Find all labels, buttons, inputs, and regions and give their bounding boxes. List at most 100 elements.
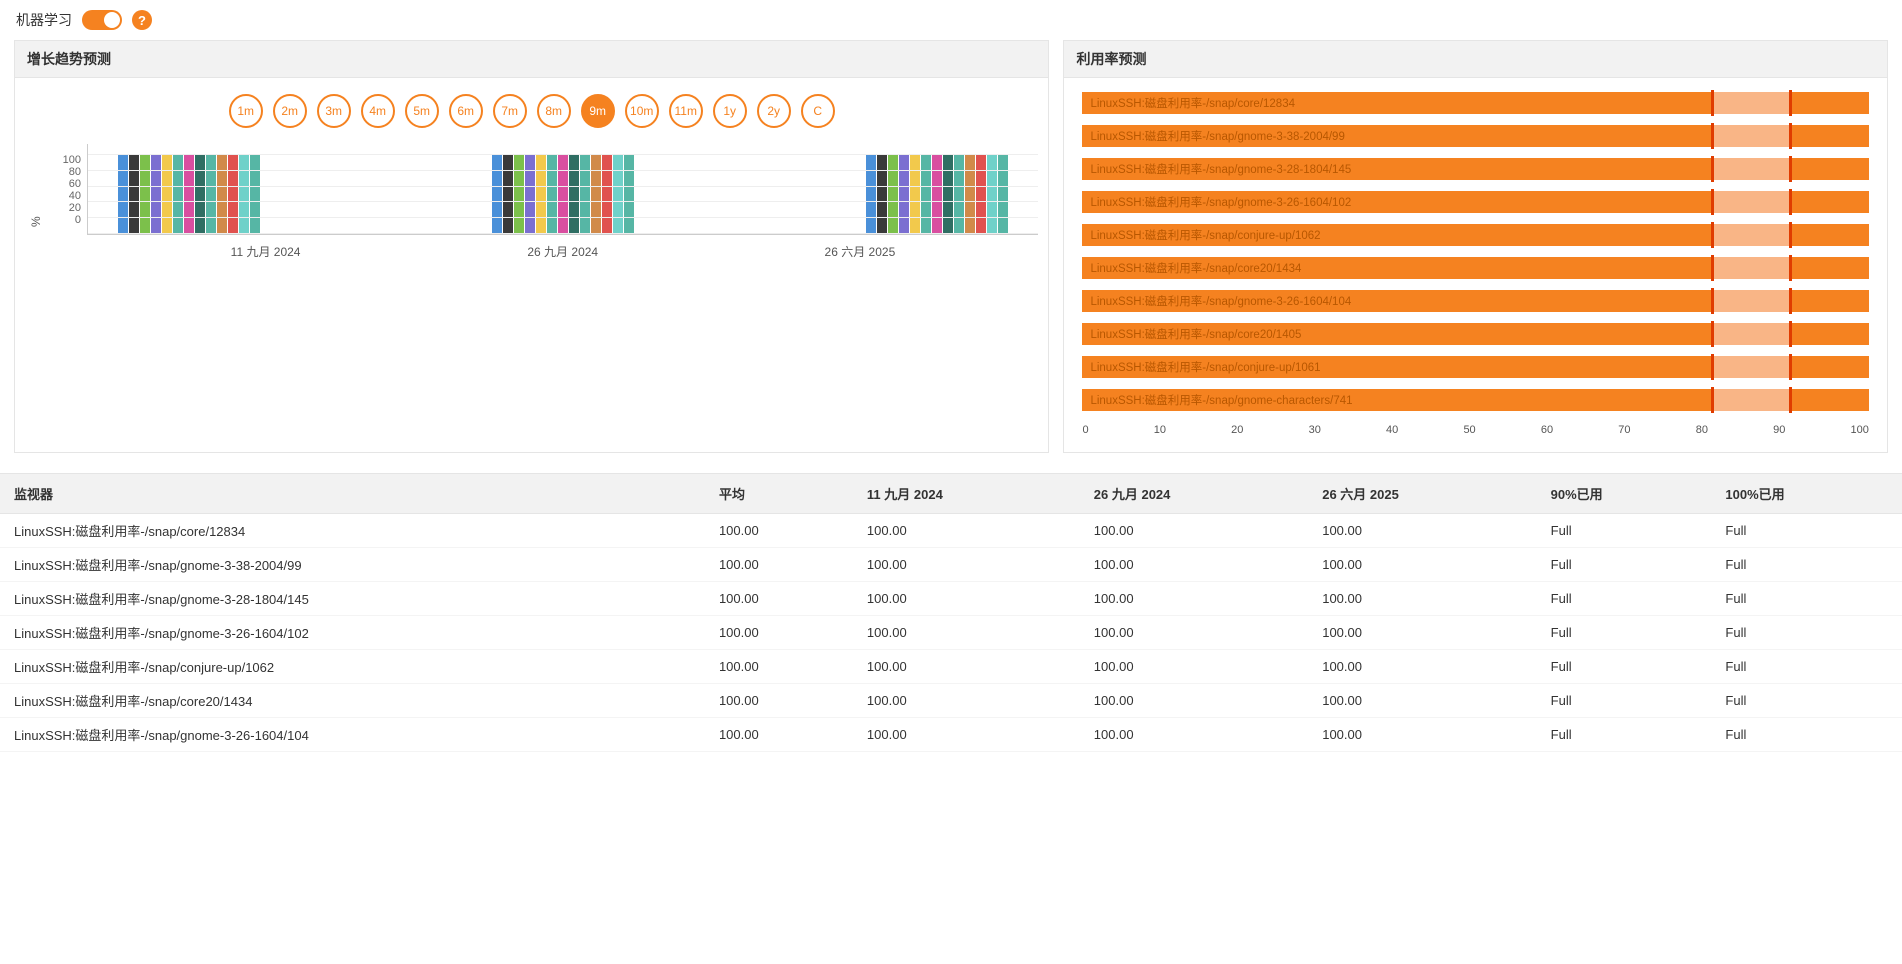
util-row[interactable]: LinuxSSH:磁盘利用率-/snap/gnome-3-26-1604/104 [1082, 288, 1869, 314]
time-pill-10m[interactable]: 10m [625, 94, 659, 128]
col-header[interactable]: 监视器 [0, 474, 705, 514]
time-pill-2y[interactable]: 2y [757, 94, 791, 128]
cell: Full [1537, 548, 1712, 582]
table-row[interactable]: LinuxSSH:磁盘利用率-/snap/gnome-3-26-1604/104… [0, 718, 1902, 752]
hx-tick: 100 [1851, 424, 1869, 436]
cell: 100.00 [1080, 514, 1308, 548]
time-pill-8m[interactable]: 8m [537, 94, 571, 128]
time-pill-2m[interactable]: 2m [273, 94, 307, 128]
growth-panel: 增长趋势预测 1m 2m 3m 4m 5m 6m 7m 8m 9m 10m 11m 1y 2y C % 1… [14, 40, 1049, 453]
cell: 100.00 [705, 684, 853, 718]
cell: 100.00 [1308, 582, 1536, 616]
table-row[interactable]: LinuxSSH:磁盘利用率-/snap/conjure-up/1062100.… [0, 650, 1902, 684]
hx-tick: 70 [1618, 424, 1630, 436]
table-row[interactable]: LinuxSSH:磁盘利用率-/snap/gnome-3-26-1604/102… [0, 616, 1902, 650]
time-pill-9m[interactable]: 9m [581, 94, 615, 128]
cell: 100.00 [1080, 582, 1308, 616]
cell: 100.00 [853, 514, 1080, 548]
cell: 100.00 [1308, 650, 1536, 684]
cell: 100.00 [705, 616, 853, 650]
col-header[interactable]: 平均 [705, 474, 853, 514]
time-pill-4m[interactable]: 4m [361, 94, 395, 128]
cell: LinuxSSH:磁盘利用率-/snap/gnome-3-26-1604/102 [0, 616, 705, 650]
y-tick: 80 [69, 166, 81, 178]
help-icon[interactable]: ? [132, 10, 152, 30]
time-pill-1y[interactable]: 1y [713, 94, 747, 128]
x-tick: 11 九月 2024 [117, 243, 414, 260]
cell: LinuxSSH:磁盘利用率-/snap/gnome-3-26-1604/104 [0, 718, 705, 752]
cell: 100.00 [1308, 548, 1536, 582]
hx-tick: 40 [1386, 424, 1398, 436]
hx-tick: 0 [1082, 424, 1088, 436]
cell: 100.00 [1308, 616, 1536, 650]
time-pill-7m[interactable]: 7m [493, 94, 527, 128]
util-row-label: LinuxSSH:磁盘利用率-/snap/core/12834 [1090, 95, 1295, 111]
table-row[interactable]: LinuxSSH:磁盘利用率-/snap/core20/1434100.0010… [0, 684, 1902, 718]
cell: LinuxSSH:磁盘利用率-/snap/core20/1434 [0, 684, 705, 718]
cell: Full [1711, 582, 1902, 616]
util-row[interactable]: LinuxSSH:磁盘利用率-/snap/gnome-3-28-1804/145 [1082, 156, 1869, 182]
table-row[interactable]: LinuxSSH:磁盘利用率-/snap/core/12834100.00100… [0, 514, 1902, 548]
cell: LinuxSSH:磁盘利用率-/snap/gnome-3-38-2004/99 [0, 548, 705, 582]
util-row[interactable]: LinuxSSH:磁盘利用率-/snap/gnome-characters/74… [1082, 387, 1869, 413]
util-row-label: LinuxSSH:磁盘利用率-/snap/conjure-up/1061 [1090, 359, 1320, 375]
hx-tick: 60 [1541, 424, 1553, 436]
table-row[interactable]: LinuxSSH:磁盘利用率-/snap/gnome-3-38-2004/991… [0, 548, 1902, 582]
cell: 100.00 [705, 548, 853, 582]
cell: 100.00 [705, 718, 853, 752]
ml-label: 机器学习 [16, 10, 72, 30]
col-header[interactable]: 100%已用 [1711, 474, 1902, 514]
util-row[interactable]: LinuxSSH:磁盘利用率-/snap/core/12834 [1082, 90, 1869, 116]
col-header[interactable]: 90%已用 [1537, 474, 1712, 514]
col-header[interactable]: 26 六月 2025 [1308, 474, 1536, 514]
y-tick: 0 [75, 214, 81, 226]
y-tick: 20 [69, 202, 81, 214]
cell: 100.00 [1080, 684, 1308, 718]
util-row[interactable]: LinuxSSH:磁盘利用率-/snap/core20/1434 [1082, 255, 1869, 281]
util-row-label: LinuxSSH:磁盘利用率-/snap/gnome-3-26-1604/104 [1090, 293, 1351, 309]
cell: 100.00 [1080, 616, 1308, 650]
util-panel-title: 利用率预测 [1064, 41, 1887, 78]
cell: 100.00 [853, 650, 1080, 684]
cell: 100.00 [1308, 684, 1536, 718]
time-pill-6m[interactable]: 6m [449, 94, 483, 128]
util-row-label: LinuxSSH:磁盘利用率-/snap/gnome-characters/74… [1090, 392, 1352, 408]
table-row[interactable]: LinuxSSH:磁盘利用率-/snap/gnome-3-28-1804/145… [0, 582, 1902, 616]
ml-toggle[interactable] [82, 10, 122, 30]
cell: Full [1711, 514, 1902, 548]
y-tick: 60 [69, 178, 81, 190]
util-row-label: LinuxSSH:磁盘利用率-/snap/gnome-3-28-1804/145 [1090, 161, 1351, 177]
time-pill-C[interactable]: C [801, 94, 835, 128]
cell: Full [1537, 514, 1712, 548]
hx-tick: 10 [1154, 424, 1166, 436]
cell: Full [1537, 684, 1712, 718]
col-header[interactable]: 11 九月 2024 [853, 474, 1080, 514]
y-axis-label: % [25, 144, 47, 260]
util-row[interactable]: LinuxSSH:磁盘利用率-/snap/gnome-3-38-2004/99 [1082, 123, 1869, 149]
cell: Full [1711, 616, 1902, 650]
cell: Full [1537, 718, 1712, 752]
util-row-label: LinuxSSH:磁盘利用率-/snap/conjure-up/1062 [1090, 227, 1320, 243]
util-row[interactable]: LinuxSSH:磁盘利用率-/snap/conjure-up/1061 [1082, 354, 1869, 380]
time-pill-1m[interactable]: 1m [229, 94, 263, 128]
hx-tick: 30 [1309, 424, 1321, 436]
cell: Full [1711, 684, 1902, 718]
time-pill-3m[interactable]: 3m [317, 94, 351, 128]
cell: Full [1711, 548, 1902, 582]
cell: 100.00 [1308, 514, 1536, 548]
util-row[interactable]: LinuxSSH:磁盘利用率-/snap/conjure-up/1062 [1082, 222, 1869, 248]
time-pill-11m[interactable]: 11m [669, 94, 703, 128]
cell: 100.00 [853, 548, 1080, 582]
cell: 100.00 [705, 650, 853, 684]
cell: Full [1537, 616, 1712, 650]
util-row-label: LinuxSSH:磁盘利用率-/snap/gnome-3-38-2004/99 [1090, 128, 1344, 144]
cell: 100.00 [1080, 718, 1308, 752]
util-row[interactable]: LinuxSSH:磁盘利用率-/snap/core20/1405 [1082, 321, 1869, 347]
cell: LinuxSSH:磁盘利用率-/snap/gnome-3-28-1804/145 [0, 582, 705, 616]
util-row[interactable]: LinuxSSH:磁盘利用率-/snap/gnome-3-26-1604/102 [1082, 189, 1869, 215]
cell: 100.00 [853, 718, 1080, 752]
growth-panel-title: 增长趋势预测 [15, 41, 1048, 78]
hx-tick: 50 [1463, 424, 1475, 436]
time-pill-5m[interactable]: 5m [405, 94, 439, 128]
col-header[interactable]: 26 九月 2024 [1080, 474, 1308, 514]
